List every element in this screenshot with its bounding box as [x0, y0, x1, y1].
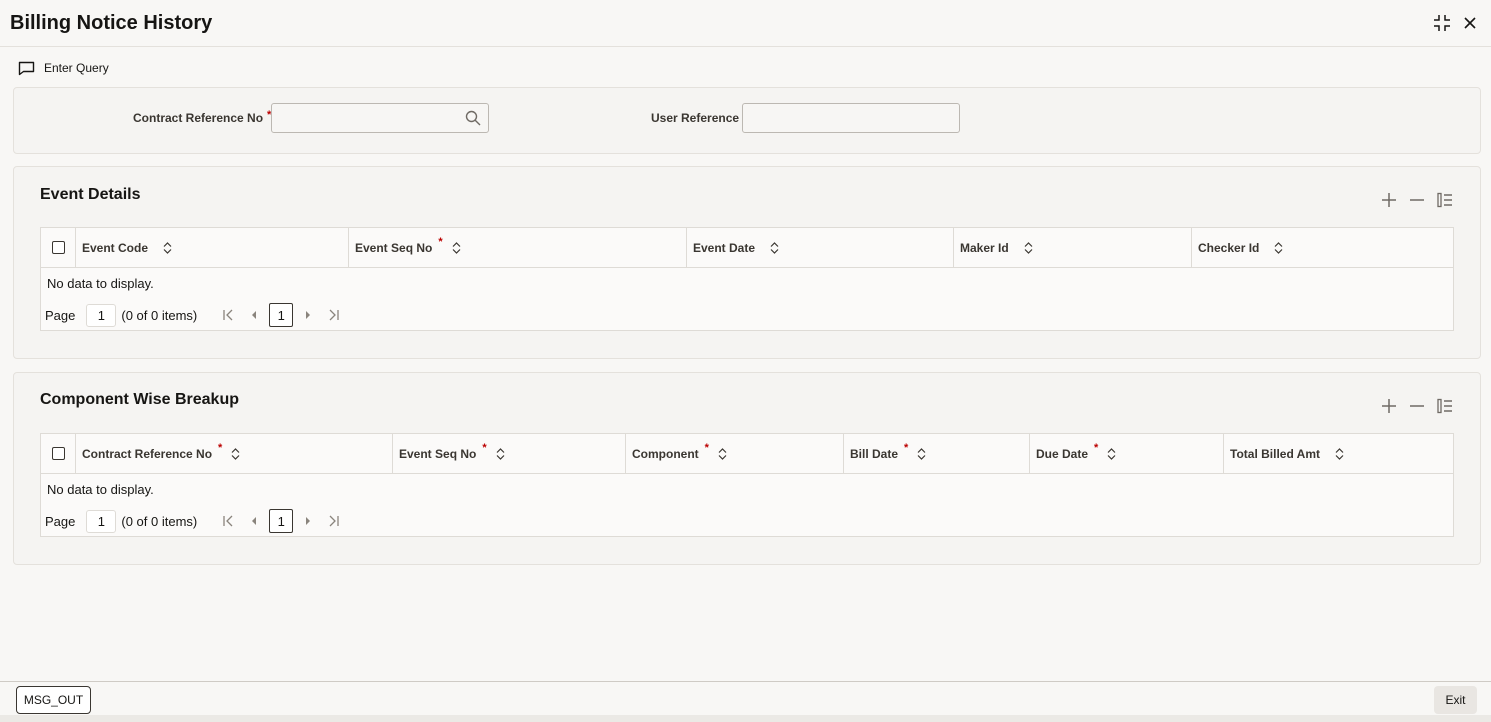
event-details-toolbar	[1380, 191, 1454, 209]
prev-page-icon[interactable]	[243, 510, 265, 532]
sort-icon[interactable]	[163, 241, 172, 254]
first-page-icon[interactable]	[217, 304, 239, 326]
event-details-title: Event Details	[40, 186, 141, 203]
last-page-icon[interactable]	[323, 304, 345, 326]
select-all-checkbox[interactable]	[51, 241, 65, 254]
sort-icon[interactable]	[1274, 241, 1283, 254]
col-component[interactable]: Component *	[626, 434, 844, 473]
component-breakup-grid: Contract Reference No * Event Seq No * Com…	[40, 433, 1454, 537]
single-view-icon[interactable]	[1436, 191, 1454, 209]
contract-ref-input[interactable]	[271, 103, 489, 133]
current-page[interactable]: 1	[269, 303, 294, 327]
sort-icon[interactable]	[917, 447, 926, 460]
col-total-billed-amt[interactable]: Total Billed Amt	[1224, 434, 1453, 473]
grid-header: Contract Reference No * Event Seq No * Com…	[41, 434, 1453, 474]
component-breakup-panel: Component Wise Breakup Contract Referenc…	[13, 372, 1481, 565]
user-ref-label: User Reference	[651, 111, 740, 125]
next-page-icon[interactable]	[297, 304, 319, 326]
page-input[interactable]: 1	[86, 509, 117, 533]
msg-out-button[interactable]: MSG_OUT	[16, 686, 91, 714]
page-label: Page	[45, 307, 76, 323]
page-input[interactable]: 1	[86, 303, 117, 327]
sort-icon[interactable]	[770, 241, 779, 254]
bottom-strip	[0, 715, 1491, 722]
close-icon[interactable]	[1459, 12, 1481, 34]
exit-button[interactable]: Exit	[1434, 686, 1477, 714]
grid-header: Event Code Event Seq No * Event Date Make…	[41, 228, 1453, 268]
col-checker-id[interactable]: Checker Id	[1192, 228, 1453, 267]
items-count: (0 of 0 items)	[121, 307, 198, 323]
col-event-seq-no[interactable]: Event Seq No *	[393, 434, 626, 473]
delete-row-icon[interactable]	[1408, 397, 1426, 415]
prev-page-icon[interactable]	[243, 304, 265, 326]
add-row-icon[interactable]	[1380, 397, 1398, 415]
event-details-grid: Event Code Event Seq No * Event Date Make…	[40, 227, 1454, 331]
col-contract-ref-no[interactable]: Contract Reference No *	[76, 434, 393, 473]
pagination: Page 1 (0 of 0 items) 1	[45, 303, 345, 327]
search-icon[interactable]	[465, 110, 481, 131]
component-breakup-title: Component Wise Breakup	[40, 391, 239, 408]
col-event-code[interactable]: Event Code	[76, 228, 349, 267]
sort-icon[interactable]	[231, 447, 240, 460]
pagination: Page 1 (0 of 0 items) 1	[45, 509, 345, 533]
delete-row-icon[interactable]	[1408, 191, 1426, 209]
next-page-icon[interactable]	[297, 510, 319, 532]
current-page[interactable]: 1	[269, 509, 294, 533]
col-event-date[interactable]: Event Date	[687, 228, 954, 267]
sort-icon[interactable]	[1107, 447, 1116, 460]
comment-icon	[18, 61, 35, 75]
first-page-icon[interactable]	[217, 510, 239, 532]
col-due-date[interactable]: Due Date *	[1030, 434, 1224, 473]
user-ref-input[interactable]	[742, 103, 960, 133]
no-data-message: No data to display.	[47, 482, 154, 497]
contract-ref-label: Contract Reference No *	[133, 109, 272, 125]
last-page-icon[interactable]	[323, 510, 345, 532]
sort-icon[interactable]	[452, 241, 461, 254]
add-row-icon[interactable]	[1380, 191, 1398, 209]
sort-icon[interactable]	[1335, 447, 1344, 460]
event-details-panel: Event Details Event Code Event Seq No * E…	[13, 166, 1481, 359]
sort-icon[interactable]	[1024, 241, 1033, 254]
sort-icon[interactable]	[718, 447, 727, 460]
col-maker-id[interactable]: Maker Id	[954, 228, 1192, 267]
single-view-icon[interactable]	[1436, 397, 1454, 415]
minimize-icon[interactable]	[1431, 12, 1453, 34]
page-label: Page	[45, 513, 76, 529]
select-all-checkbox[interactable]	[51, 447, 65, 460]
enter-query-button[interactable]: Enter Query	[18, 58, 109, 78]
page-title: Billing Notice History	[10, 12, 213, 34]
sort-icon[interactable]	[496, 447, 505, 460]
items-count: (0 of 0 items)	[121, 513, 198, 529]
enter-query-label: Enter Query	[44, 61, 109, 75]
col-event-seq-no[interactable]: Event Seq No *	[349, 228, 687, 267]
query-panel: Contract Reference No * User Reference	[13, 87, 1481, 154]
title-bar: Billing Notice History	[0, 0, 1491, 47]
no-data-message: No data to display.	[47, 276, 154, 291]
col-bill-date[interactable]: Bill Date *	[844, 434, 1030, 473]
component-breakup-toolbar	[1380, 397, 1454, 415]
